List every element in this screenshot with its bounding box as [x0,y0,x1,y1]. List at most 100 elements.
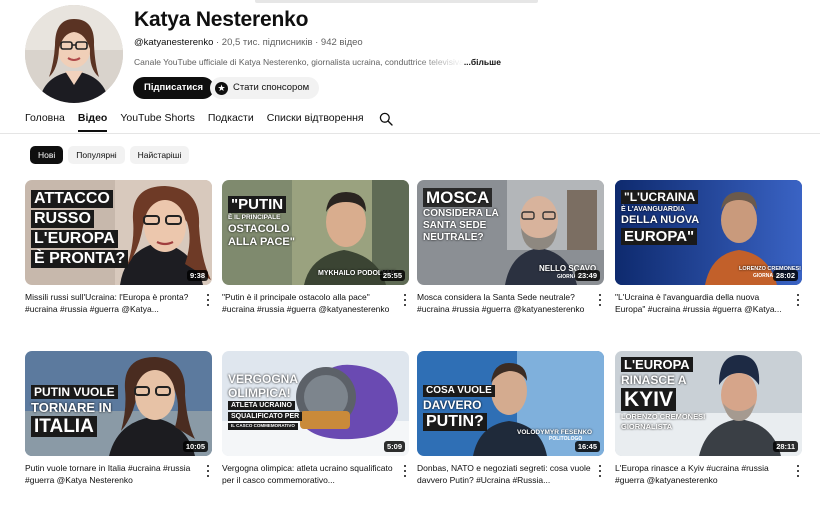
kebab-dot [797,470,799,472]
more-options-icon[interactable] [401,464,409,478]
thumbnail-caption: "L'UCRAINA È L'AVANGUARDIA DELLA NUOVA E… [621,190,699,247]
caption-line: L'EUROPA [621,357,693,372]
channel-handle: @katyanesterenko [134,37,214,48]
kebab-dot [797,465,799,467]
caption-line: DAVVERO [423,398,482,412]
caption-line: ALLA PACE" [228,235,295,248]
tab-shorts[interactable]: YouTube Shorts [120,112,195,132]
caption-line: OLIMPICA! [228,386,291,400]
channel-name: Katya Nesterenko [134,8,309,31]
video-title[interactable]: Donbas, NATO e negoziati segreti: cosa v… [417,463,592,486]
channel-tabs: Головна Відео YouTube Shorts Подкасти Сп… [25,112,377,132]
video-title[interactable]: "Putin è il principale ostacolo alla pac… [222,292,397,315]
video-thumbnail[interactable]: L'EUROPA RINASCE A KYIV LORENZO CREMONES… [615,351,802,456]
tab-playlists[interactable]: Списки відтворення [267,112,364,132]
kebab-dot [599,294,601,296]
chip-newest[interactable]: Нові [30,146,64,164]
star-icon: ★ [215,81,228,95]
video-duration: 28:02 [772,270,798,281]
kebab-dot [599,465,601,467]
kebab-dot [404,294,406,296]
video-thumbnail[interactable]: COSA VUOLE DAVVERO PUTIN? VOLODYMYR FESE… [417,351,604,456]
kebab-dot [207,294,209,296]
thumbnail-person-name: VOLODYMYR FESENKO [517,429,593,436]
video-duration: 28:11 [773,441,798,452]
sponsor-button[interactable]: ★ Стати спонсором [210,77,320,99]
thumbnail-caption: "PUTIN È IL PRINCIPALE OSTACOLO ALLA PAC… [228,196,295,250]
video-thumbnail[interactable]: "L'UCRAINA È L'AVANGUARDIA DELLA NUOVA E… [615,180,802,285]
caption-line: GIORNALISTA [621,421,673,431]
kebab-dot [404,475,406,477]
caption-line: SQUALIFICATO PER [228,412,303,421]
caption-line: SANTA SEDE [423,220,487,231]
caption-line: NEUTRALE? [423,232,484,243]
video-duration: 25:55 [379,270,405,281]
kebab-dot [207,304,209,306]
subscribe-button[interactable]: Підписатися [133,77,215,99]
thumbnail-caption: COSA VUOLE DAVVERO PUTIN? [423,385,495,433]
description-text: Canale YouTube ufficiale di Katya Nester… [134,57,464,67]
caption-line: È IL PRINCIPALE [228,214,281,221]
video-title[interactable]: Putin vuole tornare in Italia #ucraina #… [25,463,200,486]
kebab-dot [599,475,601,477]
caption-line: L'EUROPA [31,230,118,248]
thumbnail-caption: ATTACCO RUSSO L'EUROPA È PRONTA? [31,190,129,270]
more-options-icon[interactable] [596,293,604,307]
kebab-dot [404,465,406,467]
channel-meta: @katyanesterenko · 20,5 тис. підписників… [134,37,363,48]
tab-videos[interactable]: Відео [77,112,108,132]
caption-line: PUTIN VUOLE [31,385,118,399]
kebab-dot [599,304,601,306]
more-options-icon[interactable] [204,293,212,307]
video-duration: 10:05 [182,441,208,452]
caption-line: PUTIN? [423,413,487,431]
tab-home[interactable]: Головна [25,112,65,132]
sponsor-label: Стати спонсором [233,82,310,93]
video-title[interactable]: "L'Ucraina è l'avanguardia della nuova E… [615,292,790,315]
video-thumbnail[interactable]: ATTACCO RUSSO L'EUROPA È PRONTA? 9:38 [25,180,212,285]
channel-description[interactable]: Canale YouTube ufficiale di Katya Nester… [134,57,504,67]
more-options-icon[interactable] [794,293,802,307]
thumbnail-caption: PUTIN VUOLE TORNARE IN ITALIA [31,385,118,439]
video-card: L'EUROPA RINASCE A KYIV LORENZO CREMONES… [615,351,802,485]
video-title[interactable]: Mosca considera la Santa Sede neutrale? … [417,292,592,315]
kebab-dot [404,470,406,472]
more-options-icon[interactable] [794,464,802,478]
more-options-icon[interactable] [204,464,212,478]
chip-popular[interactable]: Популярні [68,146,125,164]
thumbnail-caption: L'EUROPA RINASCE A KYIV LORENZO CREMONES… [621,357,705,432]
video-card: COSA VUOLE DAVVERO PUTIN? VOLODYMYR FESE… [417,351,604,485]
caption-line: "PUTIN [228,196,287,213]
caption-line: RINASCE A [621,373,687,387]
chip-oldest[interactable]: Найстаріші [129,146,190,164]
caption-line: DELLA NUOVA [621,214,700,226]
channel-stats: · 20,5 тис. підписників · 942 відео [216,37,363,48]
kebab-dot [404,304,406,306]
more-options-icon[interactable] [401,293,409,307]
caption-line: "L'UCRAINA [621,190,699,204]
video-thumbnail[interactable]: PUTIN VUOLE TORNARE IN ITALIA 10:05 [25,351,212,456]
caption-line: RUSSO [31,210,94,228]
video-thumbnail[interactable]: VERGOGNA OLIMPICA! ATLETA UCRAINO SQUALI… [222,351,409,456]
video-card: "L'UCRAINA È L'AVANGUARDIA DELLA NUOVA E… [615,180,802,314]
caption-line: È L'AVANGUARDIA [621,206,686,213]
video-title[interactable]: Vergogna olimpica: atleta ucraino squali… [222,463,397,486]
video-thumbnail[interactable]: MOSCA CONSIDERA LA SANTA SEDE NEUTRALE? … [417,180,604,285]
video-title[interactable]: L'Europa rinasce a Kyiv #ucraina #russia… [615,463,790,486]
search-icon[interactable] [379,112,393,126]
caption-line: KYIV [621,388,677,411]
video-title[interactable]: Missili russi sull'Ucraina: l'Europa è p… [25,292,200,315]
kebab-dot [599,299,601,301]
video-thumbnail[interactable]: "PUTIN È IL PRINCIPALE OSTACOLO ALLA PAC… [222,180,409,285]
top-scroll-indicator [255,0,538,3]
caption-line: OSTACOLO [228,222,290,235]
kebab-dot [207,299,209,301]
tab-podcasts[interactable]: Подкасти [208,112,254,132]
video-card: ATTACCO RUSSO L'EUROPA È PRONTA? 9:38 Mi… [25,180,212,314]
caption-line: TORNARE IN [31,400,112,415]
channel-avatar[interactable] [25,5,123,103]
more-options-icon[interactable] [596,464,604,478]
description-more-link[interactable]: ...більше [464,57,501,67]
kebab-dot [797,475,799,477]
kebab-dot [599,470,601,472]
